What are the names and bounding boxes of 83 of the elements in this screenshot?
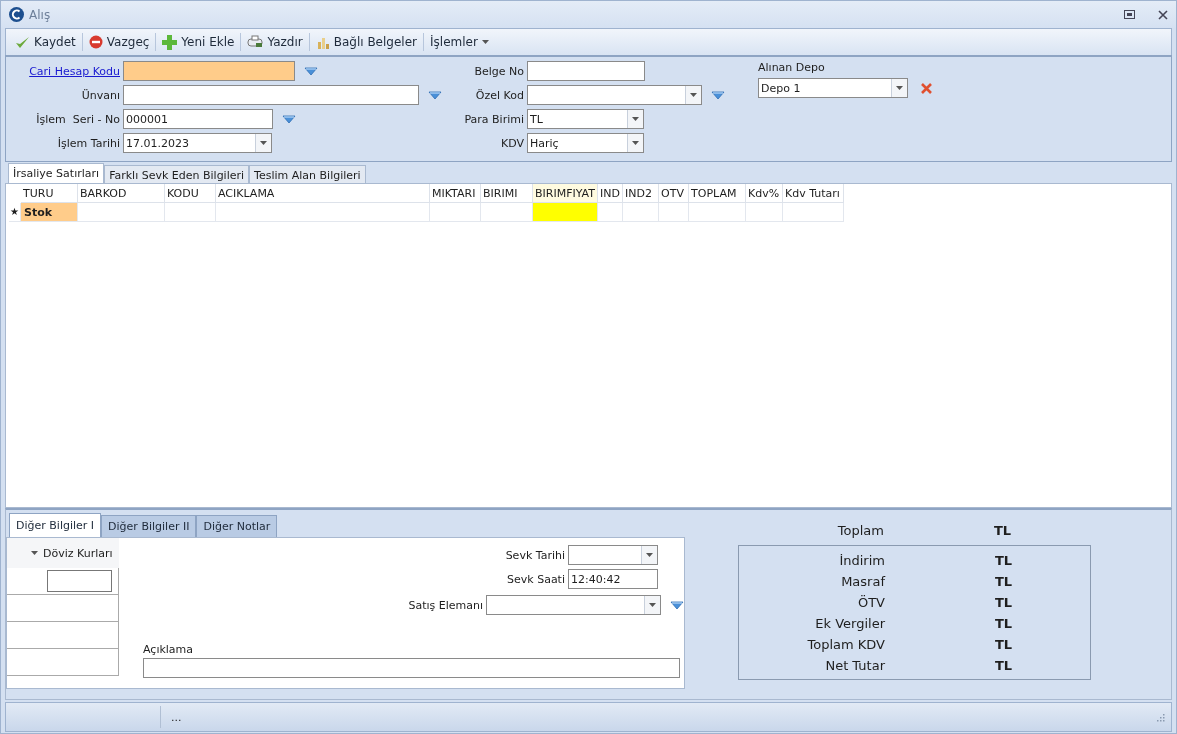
dropdown-arrow-icon: [632, 141, 639, 145]
app-logo-icon: [9, 7, 24, 22]
input-field[interactable]: [143, 658, 680, 678]
field-label: Açıklama: [143, 643, 195, 656]
currency-text: TL: [994, 523, 1012, 538]
check-icon: [15, 35, 30, 49]
dropdown-arrow-icon: [649, 603, 656, 607]
restore-icon[interactable]: [1124, 10, 1135, 19]
currency-text: TL: [995, 574, 1013, 589]
lookup-icon[interactable]: [711, 90, 725, 100]
dropdown-field[interactable]: [527, 85, 702, 105]
window-title: Alış: [29, 7, 52, 22]
input-field[interactable]: 000001: [123, 109, 273, 129]
dropdown-field[interactable]: [568, 545, 658, 565]
dropdown-field[interactable]: Hariç: [527, 133, 644, 153]
total-label: Masraf: [840, 574, 885, 589]
grid-title: Döviz Kurları: [43, 546, 113, 560]
dropdown-field[interactable]: Depo 1: [758, 78, 908, 98]
cancel-icon: [88, 35, 103, 49]
delete-icon[interactable]: [921, 82, 932, 94]
printer-icon: [247, 35, 264, 49]
toolbar-button[interactable]: Vazgeç: [83, 33, 155, 51]
input-field[interactable]: 12:40:42: [568, 569, 658, 589]
toolbar-button[interactable]: İşlemler: [425, 33, 494, 51]
field-label: Özel Kod: [474, 88, 524, 102]
lookup-icon[interactable]: [304, 66, 318, 76]
column-header[interactable]: BIRIMFIYAT: [533, 184, 598, 203]
dropdown-arrow-icon: [632, 117, 639, 121]
dropdown-field[interactable]: TL: [527, 109, 644, 129]
input-field[interactable]: [123, 61, 295, 81]
field-label: İşlem Tarihi: [56, 136, 120, 150]
lookup-icon[interactable]: [282, 114, 296, 124]
total-label: İndirim: [838, 553, 885, 568]
field-label: Para Birimi: [463, 112, 524, 126]
resize-grip-icon[interactable]: [1155, 712, 1165, 722]
toolbar-button[interactable]: Kaydet: [10, 33, 81, 51]
field-label: İşlem Seri - No: [35, 112, 120, 126]
status-text: ...: [171, 710, 182, 724]
tab[interactable]: Diğer Bilgiler I: [9, 513, 102, 537]
field-label: KDV: [500, 136, 524, 150]
dropdown-arrow-icon: [646, 553, 653, 557]
field-label: Belge No: [473, 64, 524, 78]
tab[interactable]: Diğer Bilgiler II: [101, 515, 197, 537]
field-label: Alınan Depo: [758, 61, 826, 74]
field-label: Satış Elemanı: [407, 598, 483, 612]
lookup-icon[interactable]: [428, 90, 442, 100]
currency-text: TL: [995, 658, 1013, 673]
total-label: ÖTV: [856, 595, 885, 610]
field-label: Sevk Tarihi: [504, 548, 565, 562]
total-label: Toplam: [836, 523, 884, 538]
tab[interactable]: İrsaliye Satırları: [8, 163, 105, 183]
table-cell: Stok: [21, 203, 78, 222]
input-field[interactable]: [123, 85, 419, 105]
total-label: Net Tutar: [824, 658, 885, 673]
row-indicator: ★: [9, 203, 21, 222]
dropdown-arrow-icon: [690, 93, 697, 97]
toolbar-button[interactable]: Yazdır: [242, 33, 308, 51]
dropdown-arrow-icon: [481, 40, 489, 44]
tab[interactable]: Farklı Sevk Eden Bilgileri: [104, 165, 250, 183]
chart-icon: [315, 35, 330, 49]
currency-text: TL: [995, 553, 1013, 568]
lookup-icon[interactable]: [670, 600, 684, 610]
input-field[interactable]: [47, 570, 112, 592]
total-label: Toplam KDV: [806, 637, 885, 652]
total-label: Ek Vergiler: [814, 616, 885, 631]
toolbar-button[interactable]: Bağlı Belgeler: [310, 33, 422, 51]
close-icon[interactable]: [1158, 9, 1168, 20]
tab[interactable]: Teslim Alan Bilgileri: [249, 165, 366, 183]
dropdown-arrow-icon: [31, 551, 38, 555]
add-icon: [162, 34, 178, 50]
currency-text: TL: [995, 595, 1013, 610]
input-field[interactable]: [527, 61, 645, 81]
currency-text: TL: [995, 616, 1013, 631]
dropdown-field[interactable]: 17.01.2023: [123, 133, 272, 153]
currency-text: TL: [995, 637, 1013, 652]
field-label: Ünvanı: [80, 88, 120, 102]
tab[interactable]: Diğer Notlar: [196, 515, 278, 537]
dropdown-arrow-icon: [260, 141, 267, 145]
dropdown-field[interactable]: [486, 595, 661, 615]
field-link[interactable]: Cari Hesap Kodu: [6, 64, 120, 78]
field-label: Sevk Saati: [506, 572, 565, 586]
toolbar-button[interactable]: Yeni Ekle: [157, 32, 240, 52]
dropdown-arrow-icon: [896, 86, 903, 90]
